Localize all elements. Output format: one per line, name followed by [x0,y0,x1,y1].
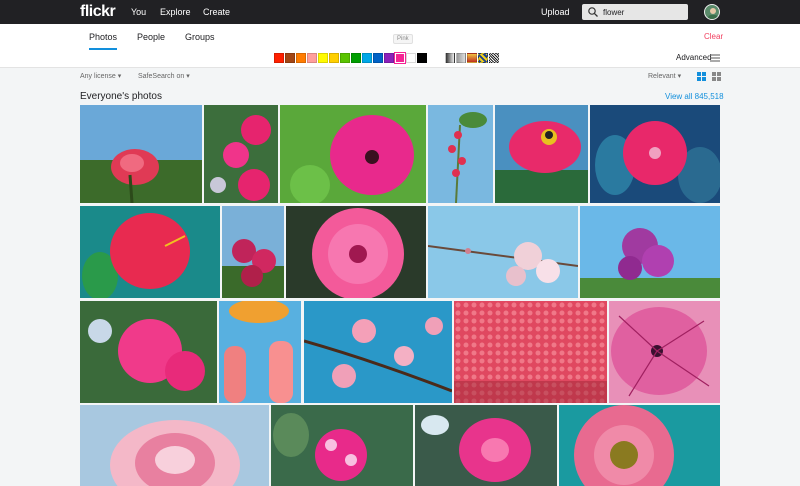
license-dropdown[interactable]: Any license ▾ [80,72,121,80]
photo-thumbnail[interactable] [495,105,588,203]
photo-thumbnail[interactable] [559,405,720,486]
swatch-lime[interactable] [340,53,350,63]
chevron-down-icon: ▾ [186,73,190,80]
swatch-blue[interactable] [373,53,383,63]
upload-link[interactable]: Upload [541,7,570,17]
view-all-link[interactable]: View all 845,518 [665,92,724,101]
photo-thumbnail[interactable] [80,405,269,486]
swatch-yellow[interactable] [318,53,328,63]
photo-thumbnail[interactable] [580,206,720,298]
flickr-logo[interactable]: flickr [80,3,116,21]
style-pattern[interactable] [478,53,488,63]
swatch-black[interactable] [417,53,427,63]
swatch-pink-selected[interactable] [394,52,406,64]
nav-create[interactable]: Create [203,7,230,17]
tab-photos[interactable]: Photos [89,32,118,50]
photo-thumbnail[interactable] [428,206,578,298]
photo-thumbnail[interactable] [204,105,278,203]
color-tooltip: Pink [393,34,413,44]
photo-thumbnail[interactable] [454,301,607,403]
style-texture[interactable] [489,53,499,63]
photo-thumbnail[interactable] [304,301,452,403]
chevron-down-icon: ▾ [117,73,122,80]
search-icon [588,7,598,17]
photo-thumbnail[interactable] [286,206,426,298]
style-depth-of-field[interactable] [456,53,466,63]
style-black-white[interactable] [445,53,455,63]
user-avatar[interactable] [704,4,720,20]
advanced-filter-icon[interactable] [710,53,720,63]
tab-people[interactable]: People [137,32,165,42]
photo-thumbnail[interactable] [590,105,720,203]
nav-explore[interactable]: Explore [160,7,191,17]
section-title: Everyone's photos [80,91,162,102]
search-query-text: flower [603,7,625,17]
advanced-link[interactable]: Advanced [676,53,712,62]
sort-dropdown[interactable]: Relevant ▾ [648,72,681,80]
photo-thumbnail[interactable] [428,105,493,203]
nav-you[interactable]: You [131,7,146,17]
swatch-cyan[interactable] [362,53,372,63]
grid-view-icon[interactable] [712,72,721,81]
clear-filters-link[interactable]: Clear [704,32,723,41]
swatch-orange[interactable] [296,53,306,63]
photo-thumbnail[interactable] [80,105,202,203]
swatch-brown[interactable] [285,53,295,63]
top-navigation: flickr You Explore Create Upload flower [0,0,800,24]
color-swatch-row [274,52,499,64]
safesearch-dropdown[interactable]: SafeSearch on ▾ [138,72,190,80]
style-minimal[interactable] [467,53,477,63]
photo-thumbnail[interactable] [80,301,217,403]
photo-thumbnail[interactable] [219,301,301,403]
swatch-salmon[interactable] [307,53,317,63]
swatch-gold[interactable] [329,53,339,63]
justified-view-icon[interactable] [697,72,706,81]
photo-thumbnail[interactable] [222,206,284,298]
swatch-white[interactable] [406,53,416,63]
swatch-purple[interactable] [384,53,394,63]
photo-thumbnail[interactable] [280,105,426,203]
tab-groups[interactable]: Groups [185,32,215,42]
photo-thumbnail[interactable] [271,405,413,486]
photo-thumbnail[interactable] [80,206,220,298]
photo-thumbnail[interactable] [609,301,720,403]
swatch-green[interactable] [351,53,361,63]
chevron-down-icon: ▾ [677,73,682,80]
search-input[interactable]: flower [582,4,688,20]
search-tabs-bar: Photos People Groups Clear Pink Advanced [0,24,800,68]
photo-thumbnail[interactable] [415,405,557,486]
swatch-red[interactable] [274,53,284,63]
